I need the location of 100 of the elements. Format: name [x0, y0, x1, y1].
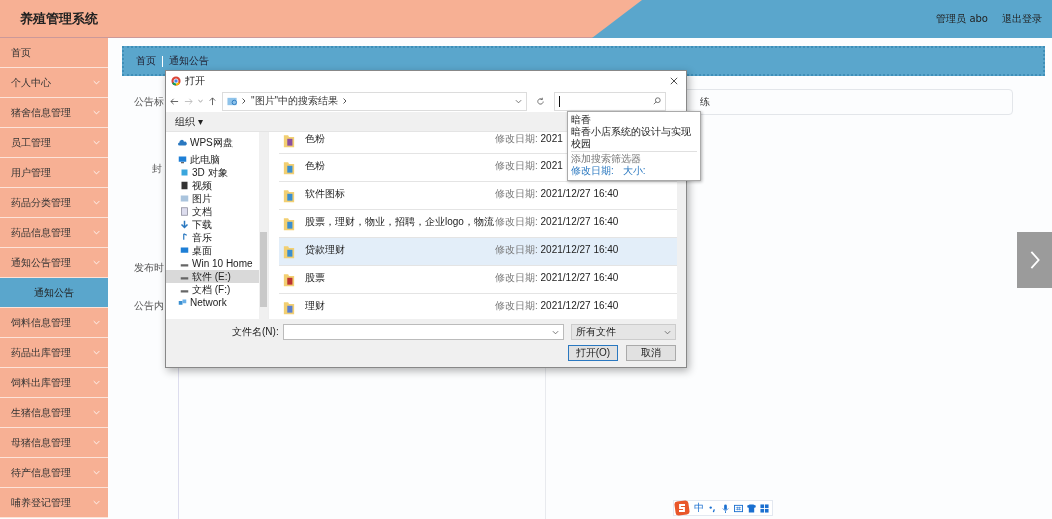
folder-icon — [283, 271, 295, 288]
organize-menu[interactable]: 组织 ▾ — [175, 114, 203, 129]
folder-icon — [283, 132, 295, 149]
user-name: 管理员 abo — [936, 11, 988, 26]
forward-icon[interactable] — [184, 96, 193, 106]
form-label: 公告标 — [134, 95, 164, 109]
music-note-icon — [180, 233, 189, 242]
chevron-icon — [93, 170, 100, 175]
chevron-right-icon — [343, 98, 348, 104]
address-path: "图片"中的搜索结果 — [251, 94, 339, 108]
breadcrumb-link[interactable]: 通知公告 — [169, 54, 209, 68]
cube-icon — [180, 168, 189, 177]
cancel-button[interactable]: 取消 — [626, 345, 676, 361]
chevron-down-icon[interactable] — [515, 98, 522, 104]
nav-item[interactable]: 视频 — [166, 179, 259, 192]
chevron-icon — [93, 500, 100, 505]
cloud-icon — [178, 138, 187, 147]
chevron-down-icon — [664, 329, 671, 335]
back-icon[interactable] — [170, 96, 179, 106]
keyboard-icon[interactable] — [734, 503, 743, 513]
sidebar-item[interactable]: 猪舍信息管理 — [0, 98, 108, 128]
search-icon — [653, 97, 661, 105]
sidebar-item[interactable]: 药品分类管理 — [0, 188, 108, 218]
browser-icon — [171, 75, 181, 86]
image-icon — [180, 194, 189, 203]
sidebar-item[interactable]: 员工管理 — [0, 128, 108, 158]
address-bar[interactable]: "图片"中的搜索结果 — [222, 91, 527, 111]
ime-mode[interactable]: 中 — [694, 503, 704, 513]
network-icon — [178, 298, 187, 307]
breadcrumb-link[interactable]: 首页 — [136, 54, 156, 68]
monitor-icon — [180, 246, 189, 255]
film-icon — [180, 181, 189, 190]
filetype-select[interactable]: 所有文件 — [570, 324, 676, 340]
filename-label: 文件名(N): — [232, 325, 279, 339]
shirt-icon[interactable] — [747, 503, 756, 513]
logout-link[interactable]: 退出登录 — [1002, 11, 1042, 26]
filename-field[interactable] — [282, 324, 564, 340]
up-icon[interactable] — [208, 96, 217, 106]
file-row[interactable]: 贷款理财 修改日期: 2021/12/27 16:40 — [279, 238, 677, 266]
filter-link[interactable]: 大小: — [622, 165, 646, 177]
sidebar-item[interactable]: 饲料出库管理 — [0, 368, 108, 398]
chevron-icon — [93, 350, 100, 355]
sidebar-item[interactable]: 首页 — [0, 38, 108, 68]
nav-item[interactable]: Win 10 Home — [166, 257, 259, 270]
nav-item[interactable]: 桌面 — [166, 244, 259, 257]
open-button[interactable]: 打开(O) — [568, 345, 618, 361]
chevron-icon — [93, 80, 100, 85]
chevron-icon — [93, 260, 100, 265]
close-icon[interactable] — [670, 76, 678, 85]
scrollbar[interactable] — [259, 132, 268, 319]
nav-item[interactable]: 音乐 — [166, 231, 259, 244]
grid-icon[interactable] — [760, 503, 769, 513]
sidebar-item[interactable]: 生猪信息管理 — [0, 398, 108, 428]
chevron-icon — [93, 110, 100, 115]
next-button[interactable] — [1017, 232, 1052, 288]
sidebar-item[interactable]: 饲料信息管理 — [0, 308, 108, 338]
chevron-icon — [93, 410, 100, 415]
nav-item[interactable]: 软件 (E:) — [166, 270, 259, 283]
sidebar-item[interactable]: 通知公告管理 — [0, 248, 108, 278]
sidebar-item[interactable]: 待产信息管理 — [0, 458, 108, 488]
nav-item[interactable]: 下载 — [166, 218, 259, 231]
nav-item[interactable]: 此电脑 — [166, 153, 259, 166]
nav-item[interactable]: 3D 对象 — [166, 166, 259, 179]
folder-icon — [283, 215, 295, 232]
nav-item[interactable]: 文档 — [166, 205, 259, 218]
sidebar-item[interactable]: 个人中心 — [0, 68, 108, 98]
form-label: 封 — [152, 162, 162, 176]
search-folder-icon — [227, 95, 238, 107]
document-icon — [180, 207, 189, 216]
sidebar-item[interactable]: 母猪信息管理 — [0, 428, 108, 458]
file-row[interactable]: 股票 修改日期: 2021/12/27 16:40 — [279, 266, 677, 294]
refresh-icon[interactable] — [536, 96, 545, 106]
suggestion-item[interactable]: 暗香 — [571, 114, 697, 126]
sidebar-item[interactable]: 用户管理 — [0, 158, 108, 188]
chevron-down-icon — [551, 329, 559, 335]
nav-item[interactable]: 图片 — [166, 192, 259, 205]
sidebar-item[interactable]: 哺养登记管理 — [0, 488, 108, 518]
search-field[interactable] — [554, 91, 666, 111]
nav-item[interactable]: Network — [166, 296, 259, 309]
nav-item[interactable]: WPS网盘 — [166, 136, 259, 149]
file-row[interactable]: 软件图标 修改日期: 2021/12/27 16:40 — [279, 182, 677, 210]
sidebar-item[interactable]: 通知公告 — [0, 278, 108, 308]
sidebar-item[interactable]: 药品出库管理 — [0, 338, 108, 368]
chevron-icon — [93, 440, 100, 445]
dropdown-icon[interactable] — [198, 99, 203, 103]
sidebar-item[interactable]: 药品信息管理 — [0, 218, 108, 248]
filter-heading: 添加搜索筛选器 — [571, 153, 642, 165]
chevron-icon — [93, 140, 100, 145]
punctuation-icon[interactable] — [708, 503, 717, 513]
microphone-icon[interactable] — [721, 503, 730, 513]
chevron-icon — [93, 230, 100, 235]
nav-item[interactable]: 文档 (F:) — [166, 283, 259, 296]
chevron-icon — [93, 200, 100, 205]
folder-icon — [283, 243, 295, 260]
form-label: 公告内 — [134, 299, 164, 313]
chevron-icon — [93, 470, 100, 475]
computer-icon — [178, 155, 187, 164]
chevron-right-icon — [242, 98, 246, 104]
filter-link[interactable]: 修改日期: — [571, 165, 614, 177]
chevron-icon — [93, 320, 100, 325]
